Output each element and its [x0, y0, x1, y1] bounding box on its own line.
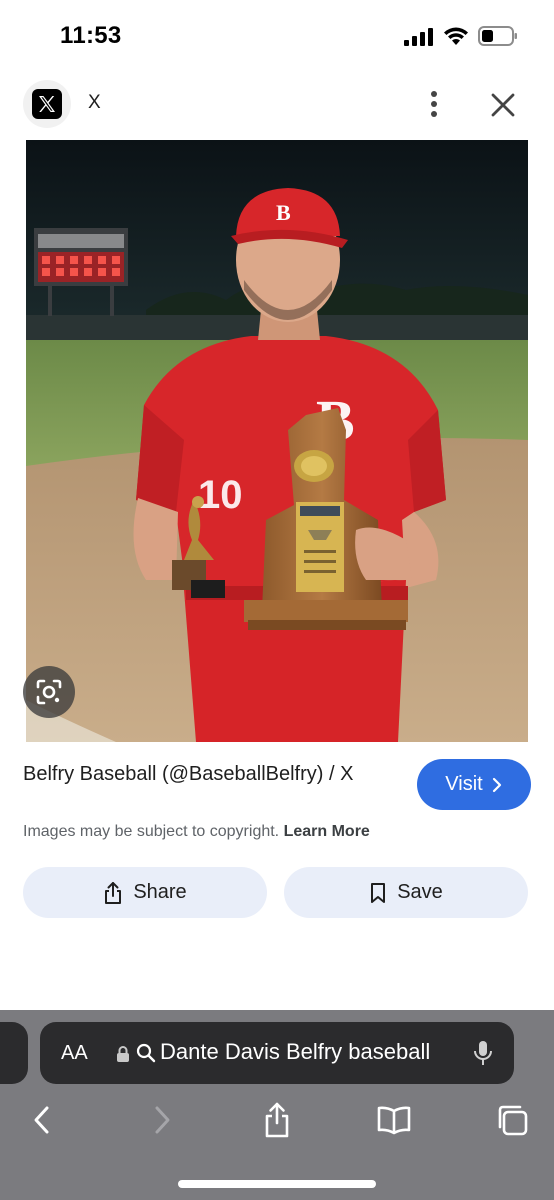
aa-label: AA [61, 1042, 88, 1064]
baseball-player-photo: B B 10 [26, 140, 528, 742]
visit-button[interactable]: Visit [417, 759, 531, 810]
previous-tab-preview[interactable] [0, 1022, 28, 1084]
status-time: 11:53 [60, 22, 122, 49]
share-label: Share [133, 881, 187, 903]
share-button[interactable]: Share [23, 867, 267, 918]
source-name[interactable]: X [88, 92, 101, 114]
save-label: Save [397, 881, 443, 903]
chevron-left-icon [34, 1106, 49, 1134]
tabs-icon [498, 1105, 528, 1136]
result-title[interactable]: Belfry Baseball (@BaseballBelfry) / X [23, 760, 403, 789]
close-icon[interactable] [486, 88, 520, 122]
svg-text:B: B [276, 200, 291, 225]
jersey-number: 10 [198, 473, 243, 517]
lens-icon [36, 679, 62, 705]
chevron-right-disabled-icon [155, 1106, 170, 1134]
lock-icon [117, 1046, 129, 1062]
google-lens-button[interactable] [23, 666, 75, 718]
battery-icon [478, 26, 517, 46]
learn-more-link[interactable]: Learn More [284, 823, 370, 840]
visit-label: Visit [445, 773, 483, 795]
back-button[interactable] [22, 1100, 62, 1140]
reader-aa-button[interactable]: AA [61, 1042, 88, 1065]
status-bar: 11:53 [0, 0, 554, 72]
home-indicator [178, 1180, 376, 1188]
share-page-button[interactable] [257, 1100, 297, 1140]
share-icon [105, 881, 122, 904]
cellular-signal-icon [404, 28, 433, 46]
search-icon [136, 1043, 156, 1063]
result-image[interactable]: B B 10 [26, 140, 528, 742]
search-query-text[interactable]: Dante Davis Belfry baseball [160, 1039, 452, 1065]
more-options-icon[interactable] [420, 86, 448, 122]
forward-button[interactable] [142, 1100, 182, 1140]
book-icon [377, 1106, 411, 1135]
bookmarks-button[interactable] [374, 1100, 414, 1140]
tabs-button[interactable] [492, 1100, 532, 1140]
source-header: X [0, 78, 554, 132]
chevron-right-icon [492, 777, 501, 792]
share-icon [265, 1102, 289, 1138]
microphone-icon[interactable] [472, 1039, 494, 1067]
copyright-notice: Images may be subject to copyright. Lear… [23, 823, 370, 841]
wifi-icon [444, 27, 468, 45]
x-logo-icon[interactable] [23, 80, 71, 128]
address-bar[interactable]: AA Dante Davis Belfry baseball [40, 1022, 514, 1084]
save-button[interactable]: Save [284, 867, 528, 918]
copyright-text: Images may be subject to copyright. [23, 823, 280, 840]
bookmark-icon [371, 882, 386, 903]
